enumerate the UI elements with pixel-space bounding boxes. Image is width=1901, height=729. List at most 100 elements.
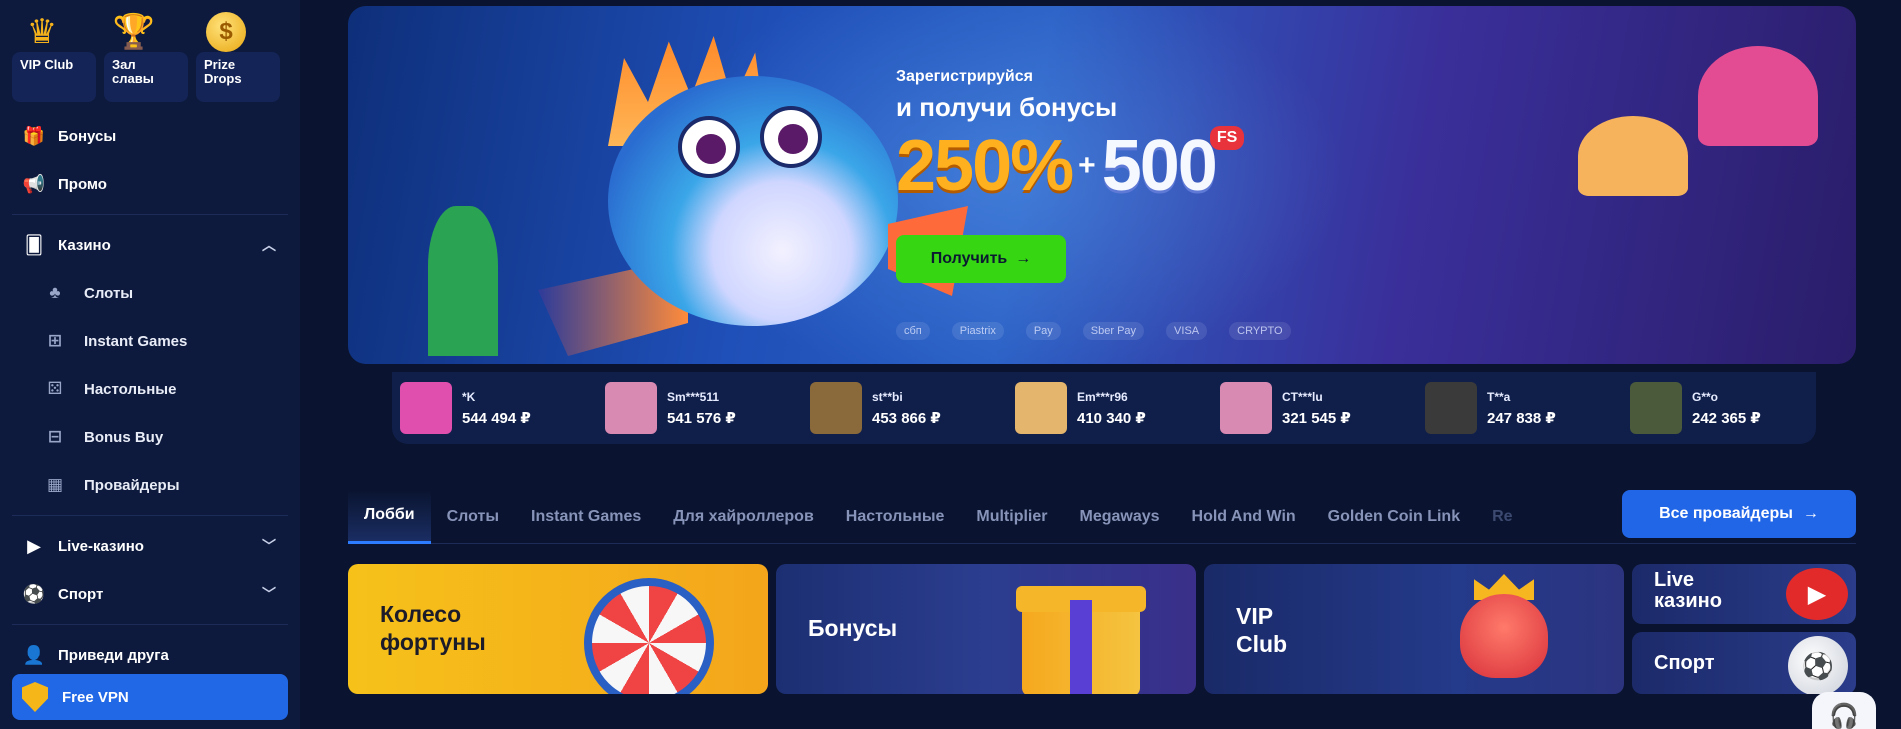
gift-outline-icon: ⊟: [47, 427, 63, 446]
winner-info: CT***lu 321 545 ₽: [1282, 390, 1351, 427]
winner-amount: 242 365 ₽: [1692, 409, 1761, 427]
vip-club-promo-card[interactable]: VIP Club: [1204, 564, 1624, 694]
sidebar-item-label: Провайдеры: [84, 476, 180, 494]
payment-logo: Sber Pay: [1082, 322, 1145, 340]
winner-item[interactable]: Em***r96 410 340 ₽: [1007, 382, 1212, 434]
tab-table-games[interactable]: Настольные: [830, 490, 961, 544]
sidebar-item-bonuses[interactable]: 🎁 Бонусы: [0, 112, 300, 160]
sport-card[interactable]: Спорт ⚽: [1632, 632, 1856, 694]
winner-item[interactable]: CT***lu 321 545 ₽: [1212, 382, 1417, 434]
fish-pupil: [778, 124, 808, 154]
sidebar-item-table-games[interactable]: ⚄ Настольные: [0, 365, 300, 413]
chevron-up-icon[interactable]: ︿: [262, 235, 276, 255]
sidebar-item-providers[interactable]: ▦ Провайдеры: [0, 461, 300, 509]
winner-name: Sm***511: [667, 389, 720, 404]
sidebar-item-instant-games[interactable]: ⊞ Instant Games: [0, 317, 300, 365]
winner-amount: 541 576 ₽: [667, 409, 736, 427]
vip-club-card[interactable]: ♛ VIP Club: [12, 10, 96, 102]
all-providers-label: Все провайдеры: [1659, 505, 1793, 522]
add-user-icon: 👤: [22, 644, 46, 665]
tab-megaways[interactable]: Megaways: [1063, 490, 1175, 544]
gift-ribbon: [1070, 600, 1092, 694]
tab-high-rollers[interactable]: Для хайроллеров: [657, 490, 830, 544]
card-body: VIP Club: [12, 52, 96, 102]
live-casino-card[interactable]: Live казино ▶: [1632, 564, 1856, 624]
gift-box-icon: [1016, 586, 1146, 694]
winner-amount: 410 340 ₽: [1077, 409, 1146, 427]
winner-info: G**o 242 365 ₽: [1692, 390, 1761, 427]
tab-truncated[interactable]: Re: [1476, 490, 1528, 544]
hero-title: и получи бонусы: [896, 92, 1118, 122]
bonuses-card[interactable]: Бонусы: [776, 564, 1196, 694]
payment-logo: Piastrix: [951, 322, 1004, 340]
card-body: Prize Drops: [196, 52, 280, 102]
bonuses-title: Бонусы: [808, 615, 898, 641]
winner-info: st**bi 453 866 ₽: [872, 390, 941, 427]
prize-drops-card[interactable]: $ Prize Drops: [196, 10, 280, 102]
ball-icon: ⚽: [22, 583, 46, 604]
winner-amount: 453 866 ₽: [872, 409, 941, 427]
trophy-icon: 🏆: [112, 13, 156, 51]
winner-name: *K: [462, 389, 476, 404]
play-icon: ▶: [1786, 568, 1848, 620]
sidebar-item-sport[interactable]: ⚽ Спорт ﹀: [0, 570, 300, 618]
sidebar-item-label: Казино: [58, 236, 111, 254]
bonus-percent: 250%: [896, 126, 1074, 206]
divider: [12, 214, 288, 215]
sidebar-item-slots[interactable]: ♣ Слоты: [0, 269, 300, 317]
hero-banner[interactable]: Зарегистрируйся и получи бонусы 250% + 5…: [348, 6, 1856, 364]
winner-item[interactable]: st**bi 453 866 ₽: [802, 382, 1007, 434]
winner-name: CT***lu: [1282, 389, 1323, 404]
sidebar-item-live-casino[interactable]: ▶ Live-казино ﹀: [0, 522, 300, 570]
prize-drops-label: Prize Drops: [204, 57, 242, 86]
get-bonus-button[interactable]: Получить →: [896, 235, 1066, 283]
winner-amount: 247 838 ₽: [1487, 409, 1556, 427]
divider: [12, 515, 288, 516]
gift-icon: 🎁: [22, 125, 46, 146]
all-providers-button[interactable]: Все провайдеры →: [1622, 490, 1856, 538]
tab-golden-coin-link[interactable]: Golden Coin Link: [1312, 490, 1476, 544]
winner-item[interactable]: *K 544 494 ₽: [392, 382, 597, 434]
chevron-down-icon[interactable]: ﹀: [262, 584, 276, 604]
bonus-amount: 250% + 500 FS: [896, 125, 1245, 207]
chevron-down-icon[interactable]: ﹀: [262, 536, 276, 556]
fortune-wheel-card[interactable]: Колесо фортуны: [348, 564, 768, 694]
free-vpn-label: Free VPN: [62, 688, 129, 706]
sidebar-item-label: Промо: [58, 175, 107, 193]
vip-club-title: VIP Club: [1236, 603, 1288, 657]
free-vpn-button[interactable]: Free VPN: [12, 674, 288, 720]
sidebar-item-promo[interactable]: 📢 Промо: [0, 160, 300, 208]
sidebar-item-casino[interactable]: 🂠 Казино ︿: [0, 221, 300, 269]
sidebar-item-label: Спорт: [58, 585, 104, 603]
winner-item[interactable]: Sm***511 541 576 ₽: [597, 382, 802, 434]
arrow-right-icon: →: [1015, 250, 1032, 267]
sidebar-menu: 🎁 Бонусы 📢 Промо 🂠 Казино ︿ ♣ Слоты ⊞ In…: [0, 102, 300, 679]
tab-slots[interactable]: Слоты: [431, 490, 515, 544]
winner-info: Em***r96 410 340 ₽: [1077, 390, 1146, 427]
winner-item[interactable]: G**o 242 365 ₽: [1622, 382, 1816, 434]
fish-eye: [678, 116, 740, 178]
divider: [12, 624, 288, 625]
winner-amount: 321 545 ₽: [1282, 409, 1351, 427]
tab-multiplier[interactable]: Multiplier: [960, 490, 1063, 544]
top-cards: ♛ VIP Club 🏆 Зал славы $ Prize Drops: [0, 0, 300, 102]
sidebar-item-label: Настольные: [84, 380, 177, 398]
seaweed-decoration: [428, 206, 498, 356]
winner-item[interactable]: T**a 247 838 ₽: [1417, 382, 1622, 434]
megaphone-icon: 📢: [22, 173, 46, 194]
get-bonus-label: Получить: [930, 250, 1008, 267]
sidebar-item-refer-friend[interactable]: 👤 Приведи друга: [0, 631, 300, 679]
support-chat-button[interactable]: 🎧: [1812, 692, 1876, 729]
game-thumbnail: [1015, 382, 1067, 434]
coral-decoration: [1698, 46, 1818, 146]
tab-hold-and-win[interactable]: Hold And Win: [1176, 490, 1312, 544]
hall-of-fame-card[interactable]: 🏆 Зал славы: [104, 10, 188, 102]
sidebar-item-label: Bonus Buy: [84, 428, 164, 446]
sidebar-item-bonus-buy[interactable]: ⊟ Bonus Buy: [0, 413, 300, 461]
crown-icon: ♛: [26, 13, 58, 51]
tab-lobby[interactable]: Лобби: [348, 489, 431, 544]
game-thumbnail: [1630, 382, 1682, 434]
tab-instant-games[interactable]: Instant Games: [515, 490, 657, 544]
hero-text: Зарегистрируйся и получи бонусы 250% + 5…: [896, 68, 1245, 207]
instant-icon: ⊞: [47, 331, 63, 350]
